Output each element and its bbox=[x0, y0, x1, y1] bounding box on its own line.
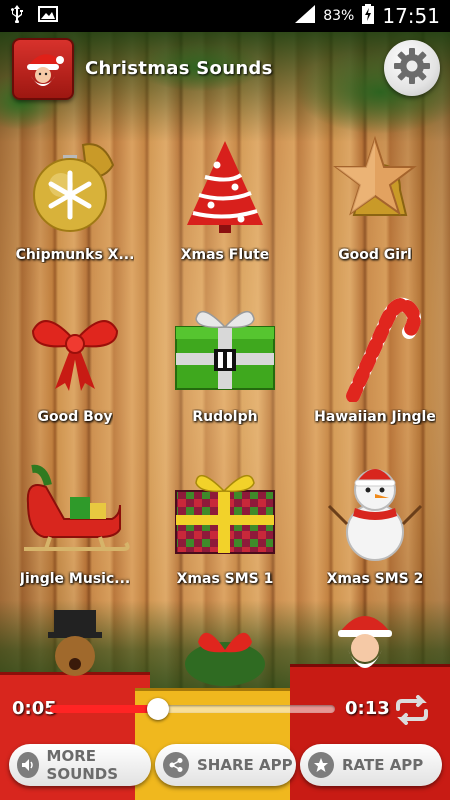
sound-tile-hawaiian-jingle[interactable]: Hawaiian Jingle bbox=[300, 277, 450, 439]
seek-thumb[interactable] bbox=[147, 698, 170, 720]
total-time: 0:13 bbox=[345, 698, 390, 719]
sound-tile-good-boy[interactable]: Good Boy bbox=[0, 277, 150, 439]
sound-label: Good Boy bbox=[37, 409, 113, 425]
settings-button[interactable] bbox=[384, 40, 440, 96]
share-app-button[interactable]: SHARE APP bbox=[155, 744, 296, 786]
share-app-label: SHARE APP bbox=[197, 756, 293, 774]
sound-label: Xmas SMS 2 bbox=[326, 571, 424, 587]
sound-label: Hawaiian Jingle bbox=[314, 409, 436, 425]
sound-label: Xmas SMS 1 bbox=[176, 571, 274, 587]
status-bar: 83% 17:51 bbox=[0, 0, 450, 32]
more-sounds-button[interactable]: MORE SOUNDS bbox=[9, 744, 151, 786]
audio-player: 0:05 0:13 bbox=[0, 690, 450, 730]
status-time: 17:51 bbox=[382, 4, 440, 28]
red-bow-icon bbox=[15, 287, 135, 407]
christmas-tree-icon bbox=[165, 125, 285, 245]
app-title: Christmas Sounds bbox=[85, 58, 273, 79]
speaker-icon bbox=[17, 752, 39, 778]
rate-app-button[interactable]: RATE APP bbox=[300, 744, 442, 786]
sound-tile-rudolph[interactable]: Rudolph bbox=[150, 277, 300, 439]
sound-label: Chipmunks X... bbox=[15, 247, 135, 263]
app-header: Christmas Sounds bbox=[0, 32, 450, 107]
repeat-icon bbox=[392, 695, 432, 729]
sound-label: Rudolph bbox=[192, 409, 258, 425]
santa-icon bbox=[12, 38, 74, 100]
signal-icon bbox=[295, 5, 316, 27]
sound-tile-good-girl[interactable]: Good Girl bbox=[300, 115, 450, 277]
usb-icon bbox=[10, 5, 24, 27]
sound-tile-jingle-music[interactable]: Jingle Music... bbox=[0, 439, 150, 601]
star-bell-icon bbox=[315, 125, 435, 245]
sound-tile-xmas-sms-2[interactable]: Xmas SMS 2 bbox=[300, 439, 450, 601]
seek-bar[interactable] bbox=[50, 698, 335, 720]
snowflake-ornament-icon bbox=[15, 125, 135, 245]
star-icon bbox=[308, 752, 334, 778]
green-gift-pause-icon bbox=[165, 287, 285, 407]
seek-progress bbox=[50, 705, 159, 713]
more-sounds-label: MORE SOUNDS bbox=[46, 747, 119, 783]
sound-tile-xmas-flute[interactable]: Xmas Flute bbox=[150, 115, 300, 277]
sleigh-icon bbox=[15, 449, 135, 569]
candy-cane-icon bbox=[315, 287, 435, 407]
gear-icon bbox=[392, 46, 432, 91]
reindeer-decoration bbox=[40, 610, 110, 680]
sound-label: Jingle Music... bbox=[19, 571, 131, 587]
sound-tile-xmas-sms-1[interactable]: Xmas SMS 1 bbox=[150, 439, 300, 601]
santa-decoration bbox=[330, 606, 400, 680]
plaid-gift-icon bbox=[165, 449, 285, 569]
battery-percent: 83% bbox=[323, 8, 355, 24]
sound-label: Xmas Flute bbox=[180, 247, 270, 263]
repeat-button[interactable] bbox=[392, 695, 432, 725]
snowman-icon bbox=[315, 449, 435, 569]
sound-tile-chipmunks[interactable]: Chipmunks X... bbox=[0, 115, 150, 277]
sound-grid: Chipmunks X... Xmas Flute Good Girl Good… bbox=[0, 115, 450, 601]
image-icon bbox=[38, 6, 58, 26]
rate-app-label: RATE APP bbox=[342, 756, 424, 774]
bottom-button-row: MORE SOUNDS SHARE APP RATE APP bbox=[0, 744, 450, 786]
wreath-decoration bbox=[180, 620, 270, 690]
share-icon bbox=[163, 752, 189, 778]
battery-charging-icon bbox=[362, 4, 375, 28]
sound-label: Good Girl bbox=[338, 247, 412, 263]
